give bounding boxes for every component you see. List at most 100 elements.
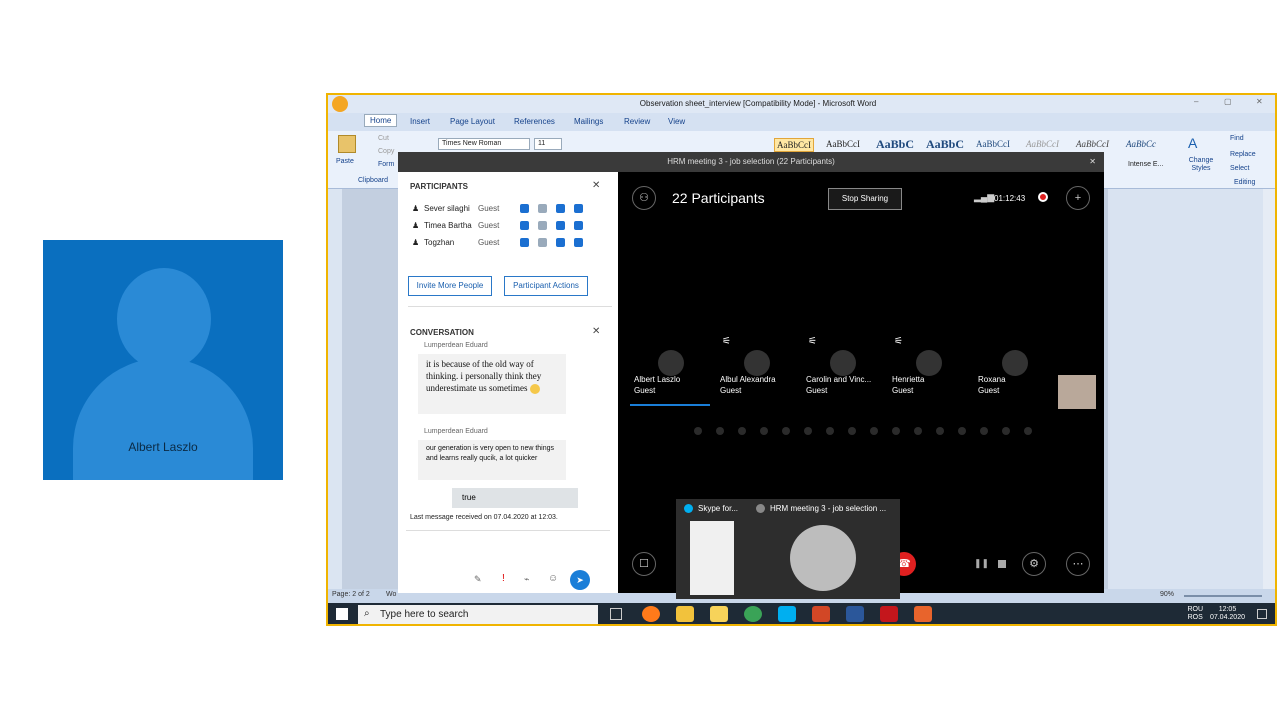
pause-icon[interactable] [556,221,565,230]
style-sample[interactable]: AaBbC [926,137,964,152]
more-options-icon[interactable]: ⋯ [1066,552,1090,576]
style-sample[interactable]: AaBbCcI [1026,139,1059,149]
screen-icon[interactable] [574,238,583,247]
file-explorer-icon[interactable] [676,606,694,622]
chat-toggle-icon[interactable]: ☐ [632,552,656,576]
font-size-select[interactable]: 11 [534,138,562,150]
notifications-icon[interactable] [1257,609,1267,619]
pager-dot[interactable] [782,427,790,435]
tab-references[interactable]: References [514,117,555,126]
video-tile[interactable]: ⚟ Albul Alexandra Guest [716,334,796,406]
task-view-icon[interactable] [610,608,622,620]
mic-off-icon[interactable] [538,238,547,247]
stop-icon[interactable] [998,560,1006,568]
video-tile[interactable]: ⚟ Carolin and Vinc... Guest [802,334,882,406]
pager-dot[interactable] [1024,427,1032,435]
pen-icon[interactable]: ✎ [474,574,482,585]
tab-home[interactable]: Home [364,114,398,127]
copy-button[interactable]: Copy [378,148,394,155]
self-video-thumbnail[interactable] [1058,375,1096,409]
powerpoint-taskbar-icon[interactable] [812,606,830,622]
pager-dot[interactable] [892,427,900,435]
tab-mailings[interactable]: Mailings [574,117,603,126]
screen-icon[interactable] [574,204,583,213]
video-tile[interactable]: ⚟ Henrietta Guest [888,334,968,406]
preview-left-thumbnail[interactable] [690,521,734,595]
pager-dot[interactable] [804,427,812,435]
preview-left-title[interactable]: Skype for... [698,504,738,513]
style-sample[interactable]: AaBbCcI [976,139,1010,149]
chat-icon[interactable] [520,238,529,247]
tab-insert[interactable]: Insert [410,117,430,126]
participant-actions-button[interactable]: Participant Actions [504,276,588,296]
replace-button[interactable]: Replace [1230,151,1256,158]
media-app-icon[interactable] [710,606,728,622]
participant-row[interactable]: ♟ Sever silaghi Guest [410,202,610,218]
stop-sharing-button[interactable]: Stop Sharing [828,188,902,210]
style-sample[interactable]: AaBbCcI [774,138,814,152]
style-sample[interactable]: AaBbCc [1126,139,1156,149]
pager-dot[interactable] [760,427,768,435]
taskbar-search-box[interactable]: ⌕ Type here to search [358,605,598,624]
cut-button[interactable]: Cut [378,135,389,142]
pager-dot[interactable] [1002,427,1010,435]
record-icon[interactable] [1038,192,1048,202]
style-sample[interactable]: AaBbCcI [826,139,860,149]
taskbar-preview-popup[interactable]: Skype for... HRM meeting 3 - job selecti… [676,499,900,599]
invite-more-people-button[interactable]: Invite More People [408,276,492,296]
style-sample[interactable]: AaBbC [876,137,914,152]
pager-dot[interactable] [980,427,988,435]
pager-dot[interactable] [826,427,834,435]
pager-dot[interactable] [936,427,944,435]
chat-icon[interactable] [520,221,529,230]
tab-view[interactable]: View [668,117,685,126]
pager-dot[interactable] [958,427,966,435]
chrome-icon[interactable] [744,606,762,622]
tab-page-layout[interactable]: Page Layout [450,117,495,126]
chat-icon[interactable] [520,204,529,213]
preview-right-title[interactable]: HRM meeting 3 - job selection ... [770,504,886,513]
send-button[interactable]: ➤ [570,570,590,590]
change-styles-button[interactable]: Change Styles [1184,157,1218,173]
select-button[interactable]: Select [1230,165,1249,172]
pager-dot[interactable] [914,427,922,435]
devices-icon[interactable]: ⚙ [1022,552,1046,576]
emoji-icon[interactable]: ☺ [548,573,558,584]
skype-close-icon[interactable]: ✕ [1089,152,1096,172]
page-indicator[interactable]: Page: 2 of 2 [332,591,370,598]
pager-dot[interactable] [870,427,878,435]
participants-toggle-icon[interactable]: ⚇ [632,186,656,210]
word-scrollbar[interactable] [1263,189,1275,589]
style-sample[interactable]: AaBbCcI [1076,139,1109,149]
participant-row[interactable]: ♟ Togzhan Guest [410,236,610,252]
firefox-icon[interactable] [642,606,660,622]
find-button[interactable]: Find [1230,135,1244,142]
pager-dot[interactable] [694,427,702,435]
close-conversation-icon[interactable]: ✕ [592,326,600,337]
zoom-level[interactable]: 90% [1160,591,1174,598]
close-participants-icon[interactable]: ✕ [592,180,600,191]
language-indicator[interactable]: ROU ROS [1187,606,1203,622]
important-icon[interactable]: ! [502,573,505,584]
app-taskbar-icon[interactable] [914,606,932,622]
windows-start-icon[interactable] [336,608,348,620]
pager-dot[interactable] [716,427,724,435]
pager-dot[interactable] [738,427,746,435]
paste-button[interactable]: Paste [336,158,354,165]
pause-icon[interactable] [556,204,565,213]
video-tile[interactable]: Roxana Guest [974,334,1054,406]
word-count-indicator[interactable]: Wo [386,591,396,598]
screen-icon[interactable] [574,221,583,230]
maximize-icon[interactable]: ▢ [1224,97,1232,106]
clock[interactable]: 12:05 07.04.2020 [1210,606,1245,622]
zoom-slider[interactable] [1184,595,1262,597]
acrobat-taskbar-icon[interactable] [880,606,898,622]
pager-dot[interactable] [848,427,856,435]
mic-off-icon[interactable] [538,221,547,230]
mic-off-icon[interactable] [538,204,547,213]
word-taskbar-icon[interactable] [846,606,864,622]
participant-row[interactable]: ♟ Timea Bartha Guest [410,219,610,235]
message-input[interactable] [406,530,610,560]
pause-icon[interactable] [556,238,565,247]
add-participant-icon[interactable]: + [1066,186,1090,210]
